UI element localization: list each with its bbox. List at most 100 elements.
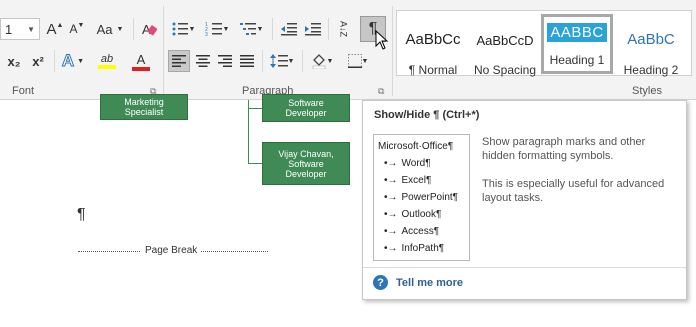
- org-box-label: Marketing Specialist: [124, 97, 164, 117]
- style-name: ¶ Normal: [408, 63, 458, 77]
- numbering-button[interactable]: 123 ▼: [202, 18, 232, 40]
- borders-button[interactable]: ▼: [342, 50, 374, 72]
- tell-me-more-link[interactable]: ? Tell me more: [373, 275, 463, 290]
- style-name: Heading 2: [623, 63, 679, 77]
- page-break-label: Page Break: [141, 245, 202, 256]
- shrink-font-glyph: A: [69, 22, 78, 36]
- subscript-button[interactable]: x₂: [4, 50, 24, 72]
- divider: [133, 18, 134, 40]
- preview-list-item: •→ Word¶: [378, 155, 465, 172]
- grow-font-button[interactable]: A ▲: [46, 18, 64, 40]
- preview-item-label: Excel¶: [401, 175, 432, 186]
- preview-list: •→ Word¶ •→ Excel¶ •→ PowerPoint¶ •→ Outlook¶ •→…: [378, 155, 465, 257]
- style-heading-1[interactable]: AABBC Heading 1: [541, 14, 613, 74]
- preview-list-item: •→ Excel¶: [378, 172, 465, 189]
- org-box-label: Vijay Chavan, Software Developer: [278, 148, 334, 179]
- org-chart-box[interactable]: Marketing Specialist: [100, 94, 188, 120]
- ribbon: 1 ▼ A ▲ A ▼ Aa ▼ A x₂ x² A ▼ ab A Font ⧉ ▼…: [0, 0, 696, 100]
- dialog-launcher-icon[interactable]: ⧉: [378, 86, 384, 97]
- tell-me-more-label: Tell me more: [396, 276, 464, 289]
- chevron-down-icon: ▼: [326, 57, 334, 65]
- style-no-spacing[interactable]: AaBbCcD No Spacing: [469, 25, 541, 81]
- increase-indent-icon: [305, 23, 321, 36]
- description-text: This is especially useful for advanced l…: [482, 178, 665, 204]
- text-effects-glyph: A: [61, 51, 75, 71]
- font-color-button[interactable]: A: [126, 50, 156, 72]
- org-chart-box[interactable]: Software Developer: [262, 94, 350, 122]
- style-name: No Spacing: [473, 63, 537, 77]
- highlight-glyph: ab: [100, 53, 114, 65]
- borders-icon: [347, 54, 362, 68]
- justify-button[interactable]: [236, 50, 258, 72]
- sort-button[interactable]: A↓Z: [332, 16, 354, 42]
- multilevel-list-icon: [239, 23, 256, 35]
- org-connector: [248, 100, 262, 109]
- preview-heading: Microsoft·Office¶: [378, 141, 454, 152]
- show-hide-tooltip: Show/Hide ¶ (Ctrl+*) Microsoft·Office¶ •…: [362, 100, 687, 300]
- font-color-swatch: [132, 66, 150, 71]
- preview-list-item: •→ Outlook¶: [378, 206, 465, 223]
- org-connector: [248, 109, 262, 164]
- align-right-button[interactable]: [214, 50, 236, 72]
- style-name: Heading 1: [549, 53, 605, 67]
- highlight-color-button[interactable]: ab: [92, 50, 122, 72]
- multilevel-list-button[interactable]: ▼: [236, 18, 266, 40]
- bullet-arrow-icon: •→: [384, 192, 398, 203]
- increase-indent-button[interactable]: [302, 18, 324, 40]
- font-size-value: 1: [5, 21, 13, 37]
- subscript-glyph: x₂: [7, 53, 21, 69]
- tooltip-description: Show paragraph marks and other hidden fo…: [482, 135, 677, 205]
- shading-button[interactable]: ▼: [306, 50, 338, 72]
- grow-font-glyph: A: [46, 20, 57, 38]
- preview-item-label: Access¶: [401, 226, 440, 237]
- style-normal[interactable]: AaBbCс ¶ Normal: [397, 25, 469, 81]
- font-size-box[interactable]: 1 ▼: [0, 18, 40, 40]
- chevron-down-icon: ▼: [222, 25, 230, 33]
- sort-glyph: A↓Z: [338, 20, 349, 37]
- preview-list-item: •→ InfoPath¶: [378, 240, 465, 257]
- style-preview: AaBbCс: [405, 31, 461, 48]
- svg-text:3: 3: [205, 32, 208, 37]
- styles-gallery: AaBbCс ¶ Normal AaBbCcD No Spacing AABBC…: [396, 10, 692, 77]
- preview-item-label: Word¶: [401, 158, 431, 169]
- chevron-down-icon: ▼: [188, 25, 196, 33]
- align-left-icon: [172, 55, 186, 67]
- bullets-button[interactable]: ▼: [168, 18, 198, 40]
- style-heading-2[interactable]: AaBbC Heading 2: [615, 25, 687, 81]
- bullet-arrow-icon: •→: [384, 158, 398, 169]
- divider: [54, 50, 55, 72]
- caret-up-icon: ▲: [56, 21, 64, 29]
- text-effects-button[interactable]: A ▼: [58, 50, 88, 72]
- divider: [302, 50, 303, 72]
- description-text: Show paragraph marks and other hidden fo…: [482, 136, 646, 162]
- decrease-indent-button[interactable]: [278, 18, 300, 40]
- bullet-list-icon: [172, 22, 188, 36]
- font-color-glyph: A: [136, 51, 146, 67]
- mouse-cursor-icon: [375, 30, 389, 50]
- group-divider: [163, 6, 164, 96]
- align-left-button[interactable]: [168, 50, 190, 72]
- style-preview: AABBC: [547, 23, 607, 42]
- preview-item-label: InfoPath¶: [401, 243, 445, 254]
- shrink-font-button[interactable]: A ▼: [68, 18, 86, 40]
- help-icon: ?: [373, 275, 388, 290]
- preview-item-label: PowerPoint¶: [401, 192, 459, 203]
- paint-bucket-icon: [312, 54, 325, 69]
- chevron-down-icon: ▼: [361, 57, 369, 65]
- chevron-down-icon: ▼: [77, 57, 85, 65]
- align-center-button[interactable]: [192, 50, 214, 72]
- decrease-indent-icon: [281, 23, 297, 36]
- font-group-label: Font: [12, 85, 35, 97]
- org-chart-box[interactable]: Vijay Chavan, Software Developer: [262, 142, 350, 185]
- tooltip-title: Show/Hide ¶ (Ctrl+*): [374, 109, 480, 121]
- change-case-button[interactable]: Aa ▼: [92, 18, 128, 40]
- superscript-button[interactable]: x²: [28, 50, 48, 72]
- clear-formatting-button[interactable]: A: [138, 18, 160, 40]
- line-spacing-icon: [269, 54, 288, 68]
- style-preview: AaBbCcD: [476, 33, 534, 48]
- paragraph-mark: ¶: [77, 206, 86, 223]
- eraser-icon: A: [142, 22, 157, 37]
- highlight-swatch: [98, 65, 116, 69]
- line-spacing-button[interactable]: ▼: [266, 50, 298, 72]
- divider: [272, 18, 273, 40]
